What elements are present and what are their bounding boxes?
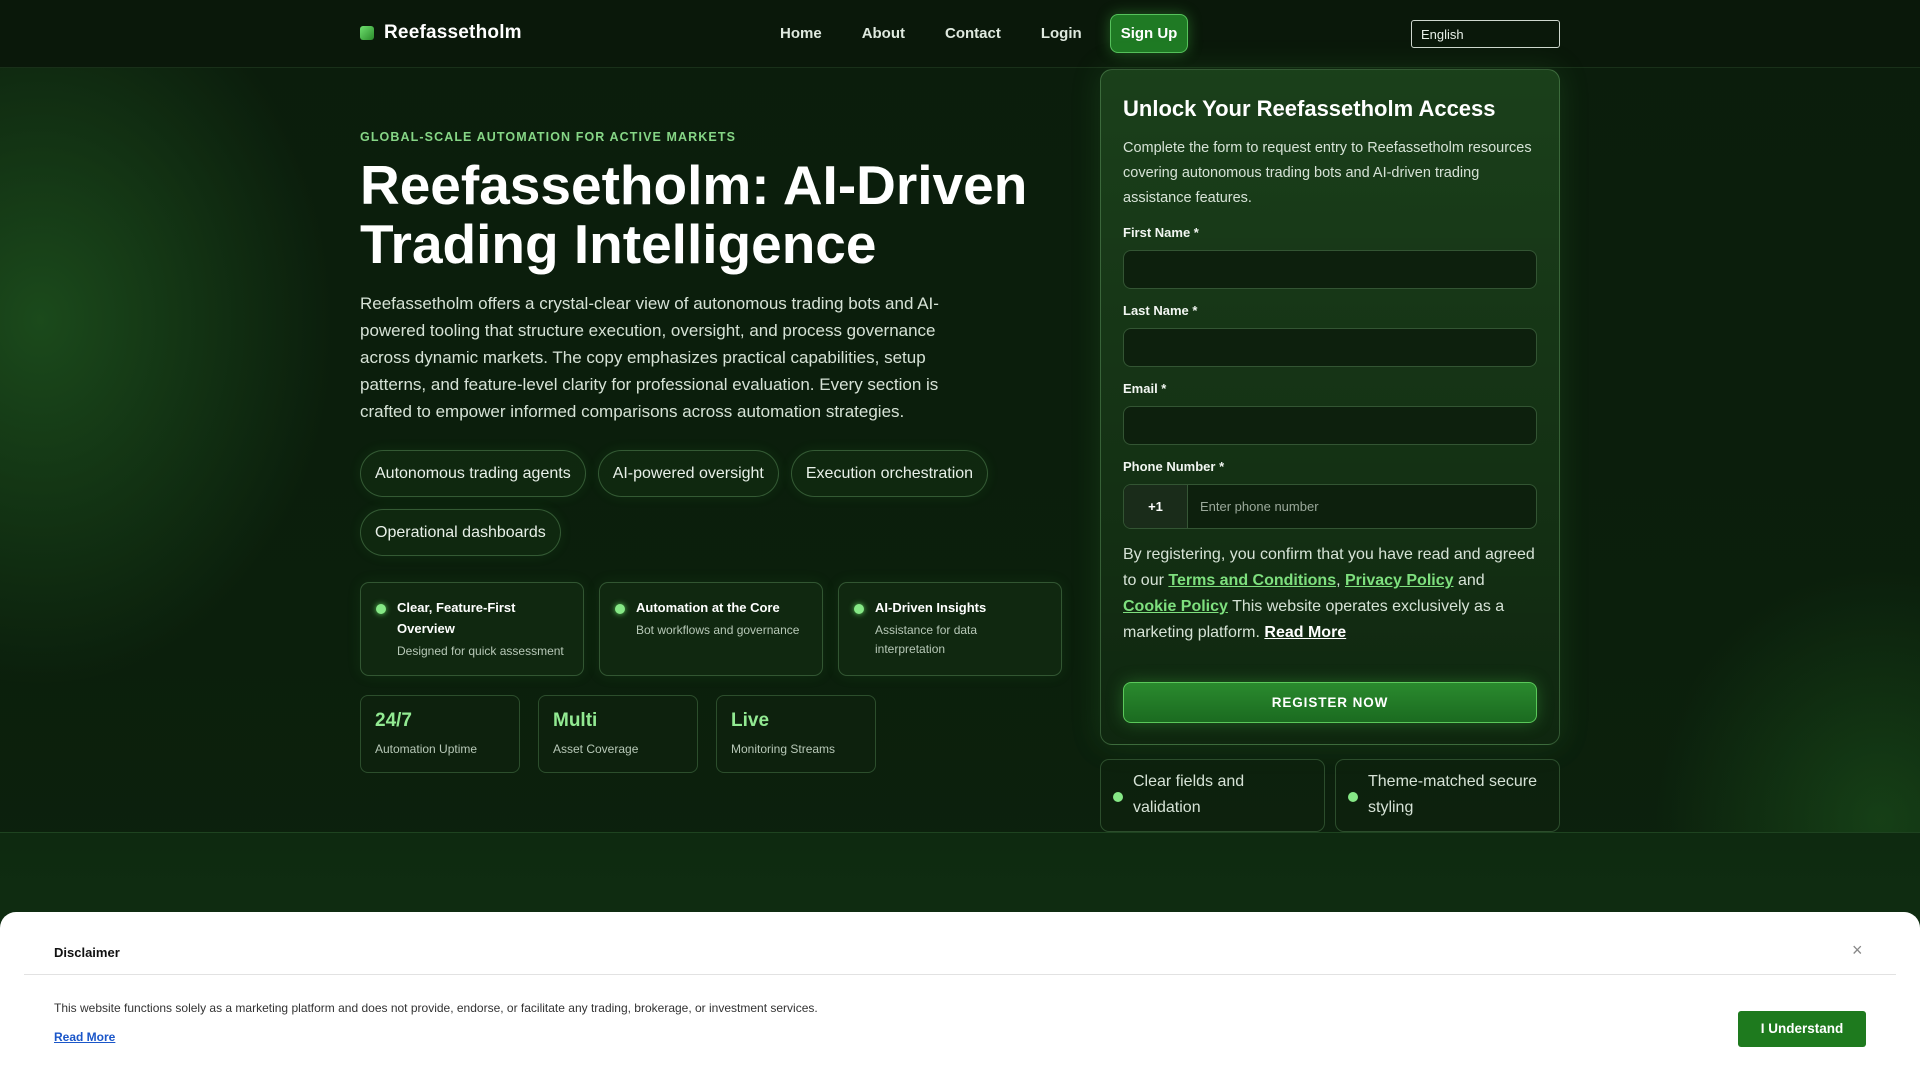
brand-logo-icon <box>360 26 374 40</box>
disclaimer-read-more-link[interactable]: Read More <box>54 1030 115 1044</box>
language-select[interactable]: English <box>1411 20 1560 48</box>
chip-ai-oversight[interactable]: AI-powered oversight <box>597 450 779 497</box>
consent-text: By registering, you confirm that you hav… <box>1123 546 1535 641</box>
first-name-field[interactable] <box>1123 250 1537 289</box>
form-description: Complete the form to request entry to Re… <box>1123 140 1532 206</box>
brand-name: Reefassetholm <box>384 22 522 43</box>
phone-label: Phone Number * <box>1123 459 1225 474</box>
divider <box>24 974 1896 975</box>
stat-value: 24/7 <box>375 710 412 731</box>
form-note: Theme-matched secure styling <box>1335 759 1560 832</box>
stat-label: Asset Coverage <box>553 742 639 756</box>
cookie-link[interactable]: Cookie Policy <box>1123 598 1228 615</box>
signup-button[interactable]: Sign Up <box>1109 14 1189 53</box>
close-icon[interactable]: × <box>1852 940 1863 961</box>
registration-form-card: Unlock Your Reefassetholm Access Complet… <box>1100 69 1560 745</box>
last-name-field[interactable] <box>1123 328 1537 367</box>
feature-card: Clear, Feature-First Overview Designed f… <box>360 582 584 676</box>
hero-lead: Reefassetholm offers a crystal-clear vie… <box>360 294 939 421</box>
feature-description: Designed for quick assessment <box>397 644 564 658</box>
capability-chips: Autonomous trading agents AI-powered ove… <box>360 450 1060 556</box>
hero-eyebrow: GLOBAL-SCALE AUTOMATION FOR ACTIVE MARKE… <box>360 130 737 144</box>
country-code-select[interactable]: +1 <box>1124 485 1188 528</box>
register-now-button[interactable]: REGISTER NOW <box>1123 682 1537 723</box>
read-more-link[interactable]: Read More <box>1264 624 1346 641</box>
feature-description: Bot workflows and governance <box>636 623 800 637</box>
chip-operational-dashboards[interactable]: Operational dashboards <box>360 509 561 556</box>
stat-value: Live <box>731 710 770 731</box>
nav-home-link[interactable]: Home <box>760 14 842 53</box>
email-label: Email * <box>1123 381 1167 396</box>
form-note-text: Clear fields and validation <box>1133 773 1245 816</box>
consent-and: and <box>1457 572 1485 589</box>
feature-card: Automation at the Core Bot workflows and… <box>599 582 823 676</box>
terms-link[interactable]: Terms and Conditions <box>1168 572 1336 589</box>
stat-card: Live Monitoring Streams <box>716 695 876 773</box>
form-note-text: Theme-matched secure styling <box>1368 773 1537 816</box>
main-nav: Home About Contact Login Sign Up <box>760 14 1189 53</box>
form-title: Unlock Your Reefassetholm Access <box>1123 96 1496 121</box>
chip-autonomous-agents[interactable]: Autonomous trading agents <box>360 450 586 497</box>
phone-field[interactable] <box>1188 485 1536 528</box>
i-understand-button[interactable]: I Understand <box>1738 1011 1866 1047</box>
feature-title: Clear, Feature-First Overview <box>397 600 516 636</box>
site-header: Reefassetholm Home About Contact Login S… <box>0 0 1920 68</box>
form-notes: Clear fields and validation Theme-matche… <box>1100 759 1560 832</box>
feature-title: Automation at the Core <box>636 600 780 615</box>
disclaimer-title: Disclaimer <box>54 945 120 960</box>
stat-card: 24/7 Automation Uptime <box>360 695 520 773</box>
chip-execution-orchestration[interactable]: Execution orchestration <box>790 450 989 497</box>
stat-card: Multi Asset Coverage <box>538 695 698 773</box>
bullet-dot-icon <box>1113 792 1123 802</box>
email-field[interactable] <box>1123 406 1537 445</box>
nav-contact-link[interactable]: Contact <box>925 14 1021 53</box>
bullet-dot-icon <box>854 604 864 614</box>
nav-about-link[interactable]: About <box>842 14 925 53</box>
stat-label: Automation Uptime <box>375 742 478 756</box>
brand[interactable]: Reefassetholm <box>360 22 522 44</box>
bullet-dot-icon <box>615 604 625 614</box>
form-note: Clear fields and validation <box>1100 759 1325 832</box>
stat-value: Multi <box>553 710 598 731</box>
hero-title: Reefassetholm: AI-Driven Trading Intelli… <box>360 154 1028 275</box>
feature-description: Assistance for data interpretation <box>875 623 978 656</box>
feature-cards: Clear, Feature-First Overview Designed f… <box>360 582 1062 676</box>
last-name-label: Last Name * <box>1123 303 1198 318</box>
bullet-dot-icon <box>376 604 386 614</box>
phone-field-group: +1 <box>1123 484 1537 529</box>
nav-login-link[interactable]: Login <box>1021 14 1102 53</box>
stats-row: 24/7 Automation Uptime Multi Asset Cover… <box>360 695 876 773</box>
first-name-label: First Name * <box>1123 225 1199 240</box>
bullet-dot-icon <box>1348 792 1358 802</box>
disclaimer-body: This website functions solely as a marke… <box>54 1001 818 1015</box>
privacy-link[interactable]: Privacy Policy <box>1345 572 1454 589</box>
feature-title: AI-Driven Insights <box>875 600 987 615</box>
feature-card: AI-Driven Insights Assistance for data i… <box>838 582 1062 676</box>
disclaimer-banner: Disclaimer × This website functions sole… <box>0 912 1920 1080</box>
stat-label: Monitoring Streams <box>731 742 836 756</box>
